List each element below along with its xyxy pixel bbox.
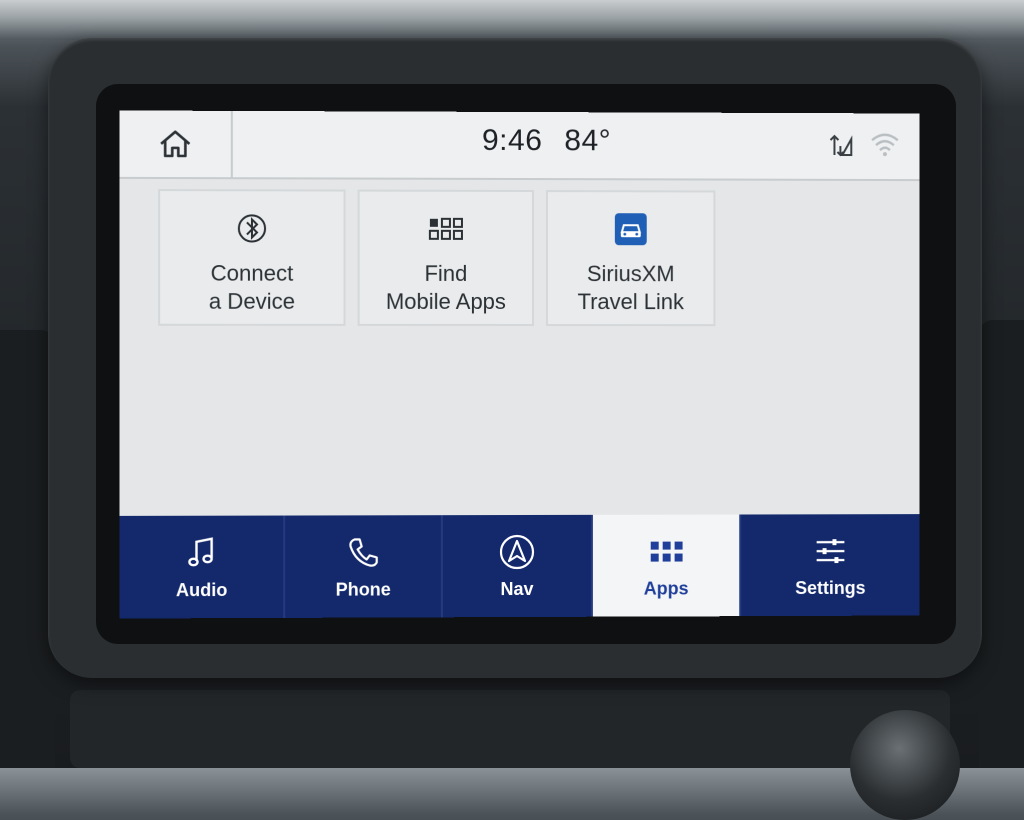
left-vent bbox=[0, 330, 55, 768]
bluetooth-icon bbox=[237, 211, 267, 245]
data-transfer-icon bbox=[827, 131, 855, 159]
nav-label: Settings bbox=[795, 577, 866, 598]
status-info: 9:46 84° bbox=[482, 124, 633, 158]
car-icon bbox=[614, 213, 647, 246]
sliders-icon bbox=[815, 537, 847, 565]
music-note-icon bbox=[188, 536, 216, 568]
status-bar: 9:46 84° bbox=[119, 110, 920, 182]
nav-apps[interactable]: Apps bbox=[593, 514, 742, 617]
nav-label: Apps bbox=[643, 577, 689, 599]
phone-icon bbox=[347, 536, 379, 568]
app-grid-icon bbox=[428, 217, 463, 240]
volume-knob[interactable] bbox=[850, 710, 960, 820]
apps-content: Connect a Device Find Mobile Apps Sirius… bbox=[119, 178, 920, 516]
app-grid-icon bbox=[650, 541, 683, 562]
nav-label: Audio bbox=[175, 579, 228, 600]
nav-phone[interactable]: Phone bbox=[285, 515, 443, 618]
home-button[interactable] bbox=[119, 110, 233, 178]
dashboard-top bbox=[0, 0, 1024, 40]
clock: 9:46 bbox=[481, 123, 543, 158]
outside-temperature: 84° bbox=[564, 124, 612, 158]
infotainment-screen: 9:46 84° Connect a Device Find Mobile Ap… bbox=[119, 110, 920, 619]
tile-label: Find Mobile Apps bbox=[385, 260, 506, 314]
connect-device-tile[interactable]: Connect a Device bbox=[158, 189, 346, 326]
nav-audio[interactable]: Audio bbox=[119, 515, 286, 619]
nav-label: Nav bbox=[500, 578, 534, 599]
home-icon bbox=[159, 129, 190, 157]
nav-settings[interactable]: Settings bbox=[741, 514, 919, 616]
tile-label: Connect a Device bbox=[208, 260, 296, 314]
siriusxm-travel-link-tile[interactable]: SiriusXM Travel Link bbox=[545, 190, 716, 327]
bottom-navigation: Audio Phone Nav Apps Settings bbox=[119, 514, 920, 619]
center-console bbox=[70, 690, 950, 768]
tile-label: SiriusXM Travel Link bbox=[577, 261, 684, 315]
status-icons bbox=[827, 131, 900, 159]
nav-label: Phone bbox=[335, 578, 391, 600]
wifi-icon bbox=[870, 131, 900, 157]
navigation-arrow-icon bbox=[499, 534, 535, 569]
nav-navigation[interactable]: Nav bbox=[442, 514, 594, 618]
find-mobile-apps-tile[interactable]: Find Mobile Apps bbox=[357, 189, 534, 327]
right-vent bbox=[979, 320, 1024, 768]
